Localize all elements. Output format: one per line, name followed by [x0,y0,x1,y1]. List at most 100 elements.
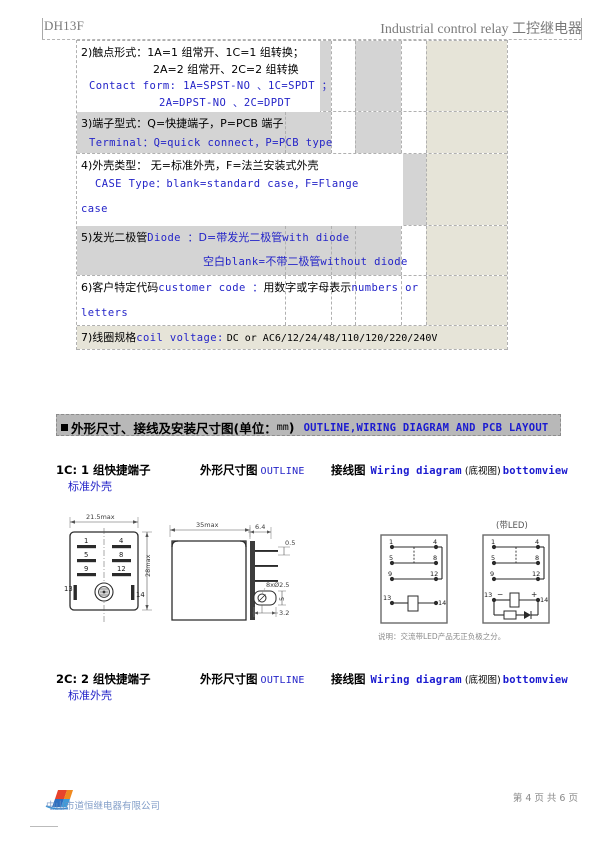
coil-voltage-cn: 7)线圈规格 [81,331,137,344]
terminal-blade [131,585,135,600]
svg-text:12: 12 [532,570,540,578]
variant-2c-subtitle: 标准外壳 [68,689,112,702]
terminal-number-1: 1 [84,537,88,545]
svg-text:13: 13 [383,594,391,602]
table-row: 5)发光二极管Diode ：D=带发光二极管with diode 空白blank… [77,226,507,276]
svg-text:14: 14 [438,599,446,607]
variant-1c-subtitle: 标准外壳 [68,480,112,493]
footer-company-name: 中山市道恒继电器有限公司 [46,801,161,812]
terminal-number-9: 9 [84,565,88,573]
variant-2c-code: 2C: 2 组快捷端子 [56,672,151,686]
diode-cn-c: 空白 [203,255,225,268]
dim-front-width: 21.5max [86,513,115,521]
wiring-note: 说明：交流带LED产品无正负极之分。 [378,632,506,641]
dim-front-height: 28max [144,554,152,577]
diode-line1: 5)发光二极管Diode ：D=带发光二极管with diode [81,229,507,247]
bullet-square-icon [61,423,68,431]
svg-text:9: 9 [490,570,494,578]
dim-top-width: 35max [196,521,219,529]
terminal-blade [112,559,131,563]
header-model-number: DH13F [44,18,85,33]
pin [255,550,278,552]
terminal-number-12: 12 [117,565,126,573]
svg-text:12: 12 [430,570,438,578]
variant-block-1c: 1C: 1 组快捷端子 标准外壳 外形尺寸图 OUTLINE 接线图 Wiring … [56,462,586,493]
svg-text:14: 14 [540,596,548,604]
wiring-bottomview-en: bottomview [502,674,568,686]
outline-label-en: OUTLINE [260,466,305,477]
table-row: 2)触点形式：1A=1 组常开、1C=1 组转换； 2A=2 组常开、2C=2 … [77,40,507,113]
terminal-blade [112,545,131,549]
header-left-tick [42,18,43,40]
page-header: DH13F Industrial control relay 工控继电器 [42,18,582,40]
section-unit-mm: mm [276,422,289,433]
wiring-label-en: Wiring diagram [370,465,462,477]
terminal-number-14: 14 [136,591,145,599]
diode-cn-d: 不带二极管 [265,255,321,268]
terminal-number-5: 5 [84,551,88,559]
customer-code-cn-b: 用数字或字母表示 [263,281,352,294]
wiring-bottomview-en: bottomview [502,465,568,477]
coil-voltage-cell: 7)线圈规格coil voltage: DC or AC6/12/24/48/11… [77,326,507,350]
customer-code-cell: 6)客户特定代码customer code ：用数字或字母表示numbers o… [77,276,507,325]
table-row: 6)客户特定代码customer code ：用数字或字母表示numbers o… [77,276,507,326]
specification-table: 2)触点形式：1A=1 组常开、1C=1 组转换； 2A=2 组常开、2C=2 … [76,40,508,350]
svg-text:+: + [531,590,537,599]
table-row: 7)线圈规格coil voltage: DC or AC6/12/24/48/11… [77,326,507,350]
customer-code-en-line2: letters [81,307,129,319]
diode-line2: 空白blank=不带二极管without diode [81,247,507,271]
svg-text:1: 1 [389,538,393,546]
customer-code-en-b: numbers or [351,282,419,294]
diode-en-a: Diode ： [147,232,199,244]
led-diagram-caption: (带LED) [496,521,528,531]
table-row: 4)外壳类型： 无=标准外壳，F=法兰安装式外壳 CASE Type：blank… [77,154,507,226]
wiring-label-cn: 接线图 [331,672,366,686]
wiring-label-cn: 接线图 [331,463,366,477]
svg-text:−: − [497,590,503,599]
diode-en-c: blank= [225,256,266,268]
footer-divider [30,826,58,827]
dim-pin-length: 6.4 [255,523,265,531]
outline-label-cn: 外形尺寸图 [200,463,258,477]
terminal-type-cell: 3)端子型式：Q=快捷端子，P=PCB 端子 Terminal：Q=quick … [77,112,507,155]
outline-label-cn: 外形尺寸图 [200,672,258,686]
case-type-cn: 4)外壳类型： 无=标准外壳，F=法兰安装式外壳 [81,159,319,172]
customer-code-en-a: customer code ： [158,282,264,294]
contact-form-en-line1: Contact form: 1A=SPST-NO 、1C=SPDT ； [89,80,333,92]
terminal-blade [112,573,131,577]
drawings-area-1c: 21.5max 28max 1 4 5 8 9 12 13 14 35max 6… [0,505,610,655]
variant-block-2c: 2C: 2 组快捷端子 标准外壳 外形尺寸图 OUTLINE 接线图 Wiring … [56,671,586,702]
case-type-en-line2: case [81,203,108,215]
pin [255,565,278,567]
table-row: 3)端子型式：Q=快捷端子，P=PCB 端子 Terminal：Q=quick … [77,112,507,154]
diode-en-b: with diode [282,232,350,244]
svg-text:8: 8 [535,554,539,562]
header-title-cn: 工控继电器 [512,21,582,37]
outline-label-en: OUTLINE [260,675,305,686]
svg-text:4: 4 [535,538,539,546]
variant-2c-outline-header: 外形尺寸图 OUTLINE [200,671,305,687]
terminal-blade [73,585,77,600]
variant-1c-outline-header: 外形尺寸图 OUTLINE [200,462,305,478]
coil-voltage-en-label: coil voltage: [136,332,224,344]
svg-text:4: 4 [433,538,437,546]
case-type-cell: 4)外壳类型： 无=标准外壳，F=法兰安装式外壳 CASE Type：blank… [77,154,507,221]
svg-text:5: 5 [491,554,495,562]
terminal-blade [77,559,96,563]
dim-hole-height: 5 [278,597,286,601]
customer-code-cn-a: 6)客户特定代码 [81,281,159,294]
contact-form-cn-line2: 2A=2 组常开、2C=2 组转换 [153,63,299,76]
svg-text:5: 5 [389,554,393,562]
terminal-type-cn: 3)端子型式：Q=快捷端子，P=PCB 端子 [81,117,284,130]
dim-hole-offset: 3.2 [279,609,289,617]
terminal-number-4: 4 [119,537,123,545]
wiring-bottomview-cn: (底视图) [464,675,501,686]
terminal-blade [77,573,96,577]
case-type-en-line1: CASE Type：blank=standard case，F=Flange [95,178,359,190]
coil-voltage-line: 7)线圈规格coil voltage: DC or AC6/12/24/48/11… [81,329,507,347]
variant-1c-code: 1C: 1 组快捷端子 [56,463,151,477]
diode-cn-a: 5)发光二极管 [81,231,148,244]
coil-voltage-value: DC or AC6/12/24/48/110/120/220/240V [226,333,438,344]
terminal-number-8: 8 [119,551,123,559]
svg-text:9: 9 [388,570,392,578]
